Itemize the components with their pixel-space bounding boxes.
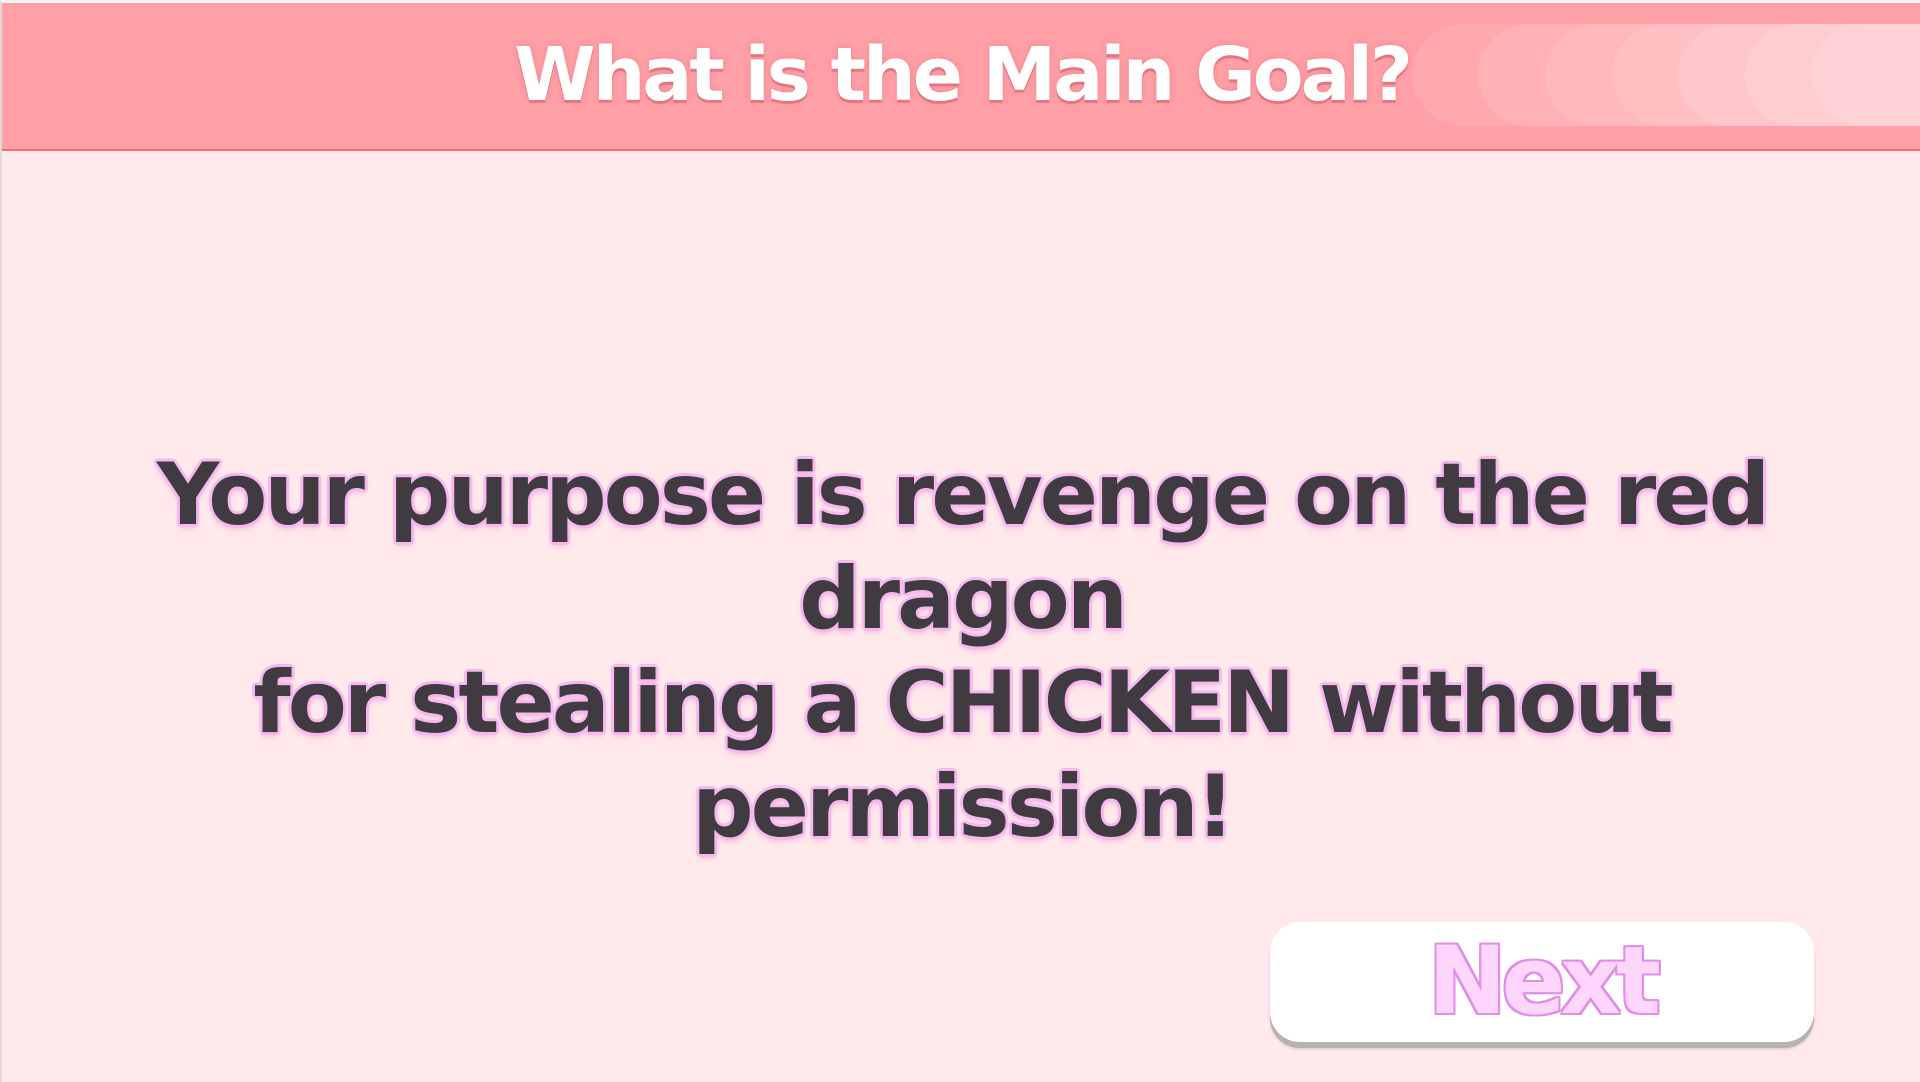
goal-message-line-1: Your purpose is revenge on the red drago… [156,445,1770,649]
game-screen: What is the Main Goal? Your purpose is r… [0,0,1920,1082]
goal-message: Your purpose is revenge on the red drago… [2,443,1920,859]
next-button[interactable]: Next [1270,922,1814,1042]
goal-message-line-2: for stealing a CHICKEN without permissio… [253,653,1673,857]
header-banner: What is the Main Goal? [2,3,1920,151]
next-button-label: Next [1428,927,1661,1036]
page-title: What is the Main Goal? [514,32,1413,118]
